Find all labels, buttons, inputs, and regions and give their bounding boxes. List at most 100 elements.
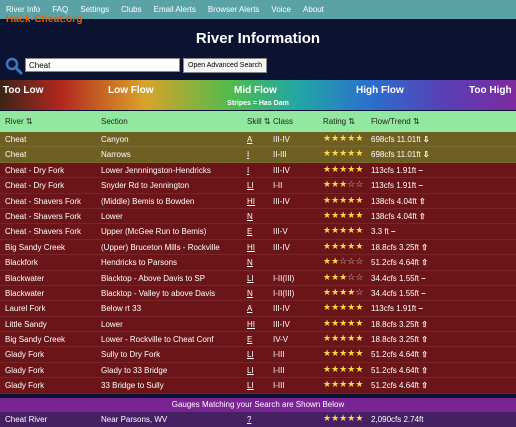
skill-level[interactable]: HI xyxy=(247,197,255,206)
skill-level[interactable]: HI xyxy=(247,243,255,252)
gauge-flow: 2,090cfs 2.74ft xyxy=(371,415,424,424)
watermark-text: Hack-Cheat.org xyxy=(6,14,83,25)
river-name[interactable]: Cheat - Dry Fork xyxy=(5,181,64,190)
flow-value: 18.8cfs 3.25ft xyxy=(371,242,420,252)
flow-value: 34.4cfs 1.55ft xyxy=(371,288,420,298)
river-table-body: Cheat Canyon A III-IV ★★★★★ 698cfs 11.01ft ⇩ C… xyxy=(0,132,516,394)
rating-stars: ★★☆☆☆ xyxy=(323,256,364,267)
nav-river-info[interactable]: River Info xyxy=(0,5,46,14)
gauge-skill[interactable]: ? xyxy=(247,415,251,424)
river-name[interactable]: Little Sandy xyxy=(5,320,47,329)
river-class: I-III xyxy=(273,350,285,360)
river-name[interactable]: Glady Fork xyxy=(5,366,44,375)
skill-level[interactable]: I xyxy=(247,150,249,159)
river-name[interactable]: Cheat - Dry Fork xyxy=(5,166,64,175)
river-name[interactable]: Blackwater xyxy=(5,274,44,283)
nav-voice[interactable]: Voice xyxy=(265,5,297,14)
trend-up-icon: ⇧ xyxy=(421,319,428,329)
table-row[interactable]: Cheat - Shavers Fork (Middle) Bemis to Bo… xyxy=(0,193,516,209)
nav-faq[interactable]: FAQ xyxy=(46,5,74,14)
river-name[interactable]: Laurel Fork xyxy=(5,304,45,313)
river-class: IV-V xyxy=(273,335,289,345)
flow-value: 113cfs 1.91ft xyxy=(371,304,417,314)
table-row[interactable]: Cheat Narrows I II-III ★★★★★ 698cfs 11.01ft ⇩ xyxy=(0,147,516,163)
skill-level[interactable]: E xyxy=(247,227,252,236)
river-class: III-IV xyxy=(273,196,290,206)
river-name[interactable]: Cheat - Shavers Fork xyxy=(5,197,81,206)
table-row[interactable]: Blackwater Blacktop - Valley to above Dav… xyxy=(0,285,516,302)
table-row[interactable]: Cheat - Dry Fork Lower Jennningston-Hendr… xyxy=(0,162,516,179)
river-name[interactable]: Glady Fork xyxy=(5,350,44,359)
table-row[interactable]: Little Sandy Lower HI III-IV ★★★★★ 18.8cfs 3.… xyxy=(0,316,516,333)
table-row[interactable]: Cheat - Shavers Fork Lower N ★★★★★ 138cfs 4.… xyxy=(0,208,516,225)
river-name[interactable]: Big Sandy Creek xyxy=(5,335,65,344)
skill-level[interactable]: N xyxy=(247,258,253,267)
rating-stars: ★★★★★ xyxy=(323,333,364,344)
search-input[interactable] xyxy=(25,58,180,72)
skill-level[interactable]: LI xyxy=(247,350,254,359)
skill-level[interactable]: HI xyxy=(247,320,255,329)
table-row[interactable]: Cheat Canyon A III-IV ★★★★★ 698cfs 11.01ft ⇩ xyxy=(0,132,516,148)
header-river[interactable]: River ⇅ xyxy=(5,117,33,126)
river-name[interactable]: Glady Fork xyxy=(5,381,44,390)
search-icon[interactable] xyxy=(5,57,23,75)
river-section: Lower xyxy=(101,211,123,221)
table-row[interactable]: Glady Fork Glady to 33 Bridge LI I-III ★★★★★… xyxy=(0,362,516,379)
trend-down-icon: ⇩ xyxy=(422,135,430,144)
table-row[interactable]: Big Sandy Creek (Upper) Bruceton Mills - … xyxy=(0,239,516,256)
river-section: 33 Bridge to Sully xyxy=(101,381,164,391)
flow-value: 51.2cfs 4.64ft xyxy=(371,365,420,375)
table-row[interactable]: Big Sandy Creek Lower - Rockville to Chea… xyxy=(0,332,516,348)
river-name[interactable]: Cheat xyxy=(5,135,26,144)
river-name[interactable]: Blackfork xyxy=(5,258,38,267)
skill-level[interactable]: LI xyxy=(247,274,254,283)
river-name[interactable]: Big Sandy Creek xyxy=(5,243,65,252)
nav-browser-alerts[interactable]: Browser Alerts xyxy=(202,5,266,14)
gauge-row[interactable]: Cheat River Near Parsons, WV ? ★★★★★ 2,0… xyxy=(0,412,516,427)
nav-settings[interactable]: Settings xyxy=(74,5,115,14)
table-row[interactable]: Glady Fork 33 Bridge to Sully LI I-III ★★★★★… xyxy=(0,378,516,394)
table-row[interactable]: Cheat - Shavers Fork Upper (McGee Run to … xyxy=(0,224,516,240)
trend-flat-icon: – xyxy=(421,288,426,298)
trend-flat-icon: – xyxy=(418,304,423,314)
flow-trend: 18.8cfs 3.25ft ⇧ xyxy=(371,335,428,344)
trend-up-icon: ⇧ xyxy=(421,335,428,345)
skill-level[interactable]: LI xyxy=(247,181,254,190)
skill-level[interactable]: A xyxy=(247,135,252,144)
river-class: III-IV xyxy=(273,319,290,329)
river-name[interactable]: Cheat - Shavers Fork xyxy=(5,212,81,221)
river-name[interactable]: Cheat xyxy=(5,150,26,159)
gauge-river[interactable]: Cheat River xyxy=(5,415,47,424)
table-row[interactable]: Laurel Fork Below rt 33 A III-IV ★★★★★ 113cfs… xyxy=(0,301,516,317)
nav-about[interactable]: About xyxy=(297,5,330,14)
trend-up-icon: ⇧ xyxy=(421,365,428,375)
nav-email-alerts[interactable]: Email Alerts xyxy=(148,5,202,14)
flow-trend: 138cfs 4.04ft ⇧ xyxy=(371,212,426,221)
open-advanced-search-button[interactable]: Open Advanced Search xyxy=(183,58,267,73)
trend-up-icon: ⇧ xyxy=(421,258,428,268)
header-skill[interactable]: Skill ⇅ xyxy=(247,117,271,126)
skill-level[interactable]: N xyxy=(247,289,253,298)
table-row[interactable]: Glady Fork Sully to Dry Fork LI I-III ★★★★★ 5… xyxy=(0,347,516,363)
trend-flat-icon: – xyxy=(418,165,423,175)
skill-level[interactable]: A xyxy=(247,304,252,313)
rating-stars: ★★★★★ xyxy=(323,348,364,359)
skill-level[interactable]: I xyxy=(247,166,249,175)
skill-level[interactable]: N xyxy=(247,212,253,221)
header-flow-trend[interactable]: Flow/Trend ⇅ xyxy=(371,117,420,126)
header-rating[interactable]: Rating ⇅ xyxy=(323,117,355,126)
flow-value: 18.8cfs 3.25ft xyxy=(371,319,420,329)
header-section: Section xyxy=(101,117,128,126)
skill-level[interactable]: E xyxy=(247,335,252,344)
table-row[interactable]: Cheat - Dry Fork Snyder Rd to Jennington L… xyxy=(0,178,516,194)
nav-clubs[interactable]: Clubs xyxy=(115,5,147,14)
river-name[interactable]: Cheat - Shavers Fork xyxy=(5,227,81,236)
legend-stripes-note: Stripes = Has Dam xyxy=(227,100,289,107)
skill-level[interactable]: LI xyxy=(247,366,254,375)
river-name[interactable]: Blackwater xyxy=(5,289,44,298)
table-row[interactable]: Blackfork Hendricks to Parsons N ★★☆☆☆ 51.2c… xyxy=(0,255,516,271)
river-class: II-III xyxy=(273,150,287,160)
table-row[interactable]: Blackwater Blacktop - Above Davis to SP LI… xyxy=(0,270,516,286)
flow-trend: 698cfs 11.01ft ⇩ xyxy=(371,150,430,159)
skill-level[interactable]: LI xyxy=(247,381,254,390)
